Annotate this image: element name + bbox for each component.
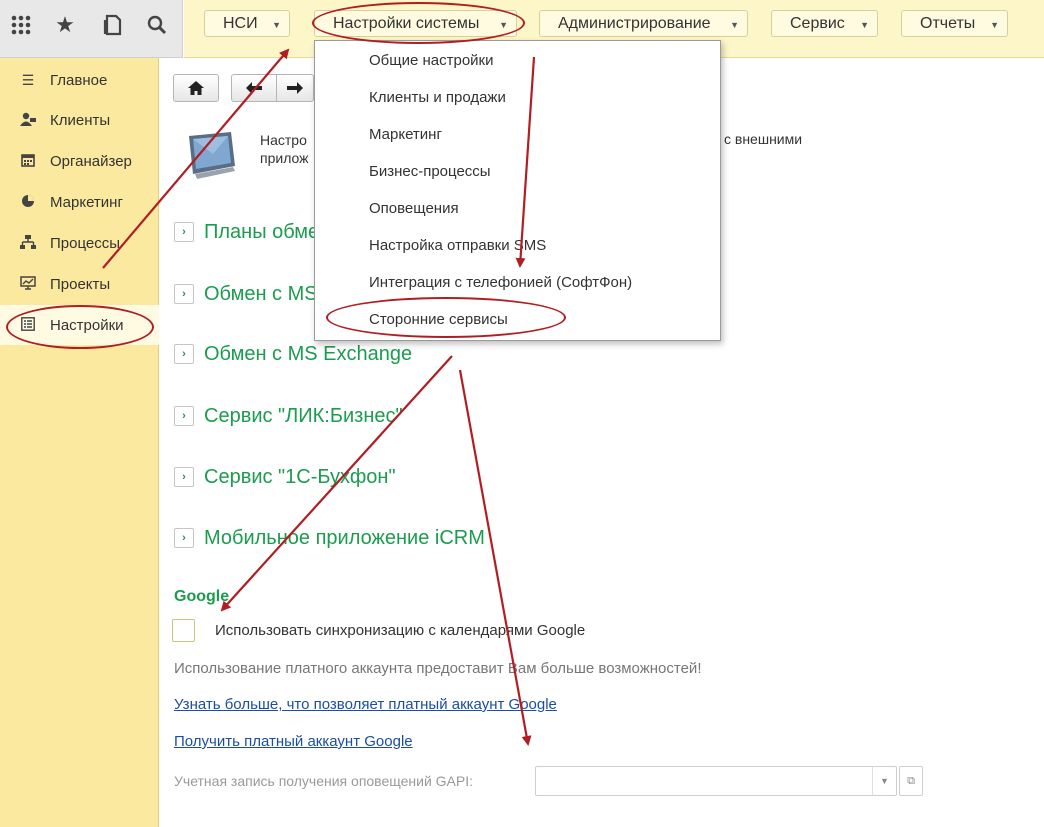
sidebar-item-clients[interactable]: Клиенты bbox=[0, 100, 159, 140]
dropdown-item[interactable]: Оповещения bbox=[369, 193, 459, 223]
group-title: Мобильное приложение iCRM bbox=[204, 526, 485, 549]
chevron-down-icon[interactable]: ▼ bbox=[872, 767, 896, 795]
sidebar-item-label: Проекты bbox=[50, 275, 111, 293]
home-button[interactable] bbox=[173, 74, 219, 102]
arrow-right-icon bbox=[287, 82, 303, 94]
hierarchy-icon bbox=[18, 234, 38, 252]
menu-system-settings[interactable]: Настройки системы ▼ bbox=[314, 10, 517, 37]
chevron-down-icon: ▼ bbox=[272, 20, 281, 30]
pie-chart-icon bbox=[18, 194, 38, 211]
sidebar-item-label: Настройки bbox=[50, 316, 124, 334]
dropdown-item[interactable]: Интеграция с телефонией (СофтФон) bbox=[369, 267, 632, 297]
arrow-left-icon bbox=[246, 82, 262, 94]
chevron-right-icon: › bbox=[174, 406, 194, 426]
learn-more-link[interactable]: Узнать больше, что позволяет платный акк… bbox=[174, 696, 557, 713]
description-line-1: Настро bbox=[260, 132, 307, 148]
system-settings-dropdown: Общие настройки Клиенты и продажи Маркет… bbox=[314, 40, 721, 341]
dropdown-item[interactable]: Маркетинг bbox=[369, 119, 442, 149]
sidebar-item-processes[interactable]: Процессы bbox=[0, 223, 159, 263]
google-sync-checkbox[interactable] bbox=[172, 619, 195, 642]
dropdown-item[interactable]: Бизнес-процессы bbox=[369, 156, 491, 186]
gapi-account-field[interactable]: ▼ bbox=[535, 766, 897, 796]
menu-nsi-label: НСИ bbox=[223, 14, 258, 32]
sidebar-item-marketing[interactable]: Маркетинг bbox=[0, 182, 159, 222]
chevron-right-icon: › bbox=[174, 284, 194, 304]
sidebar-item-projects[interactable]: Проекты bbox=[0, 264, 159, 304]
sidebar-item-settings[interactable]: Настройки bbox=[0, 305, 159, 345]
menu-reports-label: Отчеты bbox=[920, 14, 976, 32]
group-ms-exchange-1[interactable]: › Обмен с MS bbox=[174, 280, 318, 308]
home-icon bbox=[188, 81, 204, 95]
group-lik-business[interactable]: › Сервис "ЛИК:Бизнес" bbox=[174, 402, 403, 430]
arrow-to-paid-link bbox=[458, 369, 532, 746]
back-button[interactable] bbox=[231, 74, 277, 102]
sidebar-item-label: Процессы bbox=[50, 234, 121, 252]
group-title: Обмен с MS bbox=[204, 282, 318, 305]
menu-lines-icon: ☰ bbox=[21, 71, 35, 88]
group-exchange-plans[interactable]: › Планы обме bbox=[174, 218, 319, 246]
menu-service-label: Сервис bbox=[790, 14, 845, 32]
sidebar-item-label: Маркетинг bbox=[50, 193, 123, 211]
sidebar-item-main[interactable]: ☰ Главное bbox=[0, 60, 159, 100]
group-title: Обмен с MS Exchange bbox=[204, 342, 413, 365]
menu-administration-label: Администрирование bbox=[558, 14, 711, 32]
google-sync-label: Использовать синхронизацию с календарями… bbox=[215, 622, 586, 639]
apps-grid-icon[interactable] bbox=[6, 10, 36, 40]
group-title: Сервис "ЛИК:Бизнес" bbox=[204, 404, 403, 427]
sidebar-item-label: Клиенты bbox=[50, 111, 111, 129]
menu-nsi[interactable]: НСИ ▼ bbox=[204, 10, 290, 37]
monitor-icon bbox=[185, 130, 237, 182]
dropdown-item[interactable]: Настройка отправки SMS bbox=[369, 230, 546, 260]
gapi-label: Учетная запись получения оповещений GAPI… bbox=[174, 773, 474, 789]
chevron-right-icon: › bbox=[174, 467, 194, 487]
chevron-down-icon: ▼ bbox=[990, 20, 999, 30]
menu-reports[interactable]: Отчеты ▼ bbox=[901, 10, 1008, 37]
quick-toolbar: ★ bbox=[0, 0, 183, 58]
clients-icon bbox=[18, 112, 38, 129]
group-mobile-icrm[interactable]: › Мобильное приложение iCRM bbox=[174, 524, 485, 552]
description-line-2: прилож bbox=[260, 150, 309, 166]
chevron-down-icon: ▼ bbox=[730, 20, 739, 30]
page-description: Настро прилож bbox=[260, 131, 309, 167]
chevron-right-icon: › bbox=[174, 344, 194, 364]
sidebar-item-label: Органайзер bbox=[50, 152, 132, 170]
sidebar: ☰ Главное Клиенты Органайзер Маркетинг П… bbox=[0, 58, 159, 827]
group-1c-buhfon[interactable]: › Сервис "1С-Бухфон" bbox=[174, 463, 396, 491]
menu-administration[interactable]: Администрирование ▼ bbox=[539, 10, 748, 37]
chevron-right-icon: › bbox=[174, 528, 194, 548]
settings-list-icon bbox=[18, 316, 38, 334]
group-title: Планы обме bbox=[204, 220, 320, 243]
get-paid-account-link[interactable]: Получить платный аккаунт Google bbox=[174, 733, 413, 750]
description-right: с внешними bbox=[724, 131, 803, 147]
sidebar-item-label: Главное bbox=[50, 71, 108, 89]
chart-board-icon bbox=[18, 275, 38, 293]
menu-service[interactable]: Сервис ▼ bbox=[771, 10, 878, 37]
open-icon[interactable]: ⧉ bbox=[899, 766, 923, 796]
group-ms-exchange[interactable]: › Обмен с MS Exchange bbox=[174, 340, 412, 368]
dropdown-item[interactable]: Общие настройки bbox=[369, 45, 494, 75]
paid-account-info: Использование платного аккаунта предоста… bbox=[174, 660, 702, 677]
forward-button[interactable] bbox=[276, 74, 314, 102]
sidebar-item-organizer[interactable]: Органайзер bbox=[0, 141, 159, 181]
menu-system-settings-label: Настройки системы bbox=[333, 14, 480, 32]
group-title: Сервис "1С-Бухфон" bbox=[204, 465, 396, 488]
search-icon[interactable] bbox=[142, 10, 172, 40]
chevron-down-icon: ▼ bbox=[860, 20, 869, 30]
google-sync-row: Использовать синхронизацию с календарями… bbox=[172, 619, 585, 642]
dropdown-item[interactable]: Клиенты и продажи bbox=[369, 82, 506, 112]
dropdown-item-third-party-services[interactable]: Сторонние сервисы bbox=[369, 304, 508, 334]
chevron-right-icon: › bbox=[174, 222, 194, 242]
star-icon[interactable]: ★ bbox=[50, 10, 80, 40]
google-section-title: Google bbox=[174, 588, 230, 605]
chevron-down-icon: ▼ bbox=[499, 20, 508, 30]
calendar-icon bbox=[18, 153, 38, 170]
history-icon[interactable] bbox=[98, 10, 128, 40]
